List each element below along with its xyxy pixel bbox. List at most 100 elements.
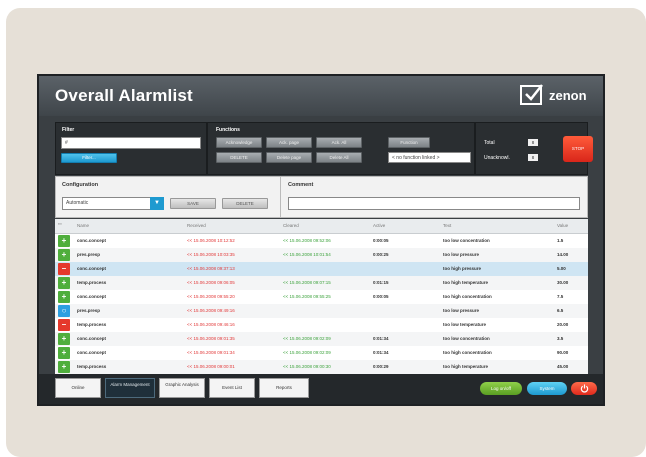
minus-icon: – [58,319,70,331]
col-header-name[interactable]: Name [77,223,89,228]
delete-config-button[interactable]: DELETE [222,198,268,209]
configuration-select[interactable]: Automatic [62,197,158,210]
comment-field[interactable] [288,197,580,210]
ack-page-button[interactable]: Ack. page [266,137,312,148]
col-header-received[interactable]: Received [187,223,206,228]
functions-panel: Functions Acknowledge Ack. page Ack. All… [207,122,475,175]
function-select[interactable]: < no function linked > [388,152,471,163]
cell-name: conc.concept [77,294,107,299]
cell-active: 0:00:05 [373,294,389,299]
filter-input[interactable]: # [61,137,201,149]
title-bar: Overall Alarmlist zenon [39,76,603,116]
filter-button[interactable]: Filter... [61,153,117,163]
cell-value: 6.5 [557,308,564,313]
cell-text: too low temperature [443,322,487,327]
table-row[interactable]: + conc.concept << 15.06.2008 09:01:34 << 15… [55,346,588,361]
col-header-active[interactable]: Active [373,223,385,228]
cell-value: 30.00 [557,280,569,285]
cell-received: << 15.06.2008 09:01:35 [187,336,235,341]
table-row[interactable]: + pres.presp << 15.06.2008 10:03:35 << 15.0… [55,248,588,263]
table-row[interactable]: + conc.concept << 15.06.2008 09:55:20 << 15… [55,290,588,305]
tab-reports[interactable]: Reports [259,378,309,398]
hmi-screen: Overall Alarmlist zenon Filter # Filter.… [37,74,605,406]
cell-text: too low concentration [443,238,490,243]
table-header: ▪▪▪ Name Received Cleared Active Text Va… [55,219,588,234]
circle-icon: ○ [58,305,70,317]
configuration-panel: Configuration Automatic ▼ SAVE DELETE Co… [55,176,588,218]
cell-cleared: << 15.06.2008 09:02:09 [283,350,331,355]
plus-icon: + [58,249,70,261]
ack-all-button[interactable]: Ack. All [316,137,362,148]
plus-icon: + [58,333,70,345]
cell-cleared: << 15.06.2008 10:01:54 [283,252,331,257]
tab-alarm-management[interactable]: Alarm Management [105,378,155,398]
cell-received: << 15.06.2008 09:06:05 [187,280,235,285]
col-header-status: ▪▪▪ [58,222,62,226]
filter-panel: Filter # Filter... [55,122,207,175]
configuration-label: Configuration [62,182,99,188]
cell-active: 0:00:29 [373,364,389,369]
function-button[interactable]: Function [388,137,430,148]
cell-text: too high temperature [443,280,489,285]
cell-text: too high temperature [443,364,489,369]
delete-all-button[interactable]: Delete All [316,152,362,163]
acknowledge-button[interactable]: Acknowledge [216,137,262,148]
cell-cleared: << 15.06.2008 09:52:06 [283,238,331,243]
cell-name: conc.concept [77,266,107,271]
table-row[interactable]: + temp.process << 15.06.2008 09:06:05 << 15… [55,276,588,291]
cell-cleared: << 15.06.2008 09:02:09 [283,336,331,341]
col-header-value[interactable]: Value [557,223,568,228]
plus-icon: + [58,361,70,373]
tab-online[interactable]: Online [55,378,101,398]
cell-cleared: << 15.06.2008 09:07:15 [283,280,331,285]
minus-icon: – [58,263,70,275]
col-header-text[interactable]: Text [443,223,451,228]
functions-label: Functions [216,127,240,133]
tab-graphic-analysis[interactable]: Graphic Analysis [159,378,205,398]
cell-cleared: << 15.06.2008 09:00:30 [283,364,331,369]
log-on-off-button[interactable]: Log on/off [480,382,522,395]
cell-received: << 15.06.2008 09:00:01 [187,364,235,369]
power-button[interactable] [571,382,597,395]
cell-text: too low pressure [443,308,480,313]
plus-icon: + [58,291,70,303]
cell-text: too low pressure [443,252,480,257]
tab-event-list[interactable]: Event List [209,378,255,398]
cell-name: temp.process [77,364,107,369]
system-button[interactable]: System [527,382,567,395]
cell-value: 90.00 [557,350,569,355]
delete-button[interactable]: DELETE [216,152,262,163]
cell-name: conc.concept [77,350,107,355]
cell-received: << 15.06.2008 09:46:16 [187,322,235,327]
cell-name: conc.concept [77,336,107,341]
table-row[interactable]: – temp.process << 15.06.2008 09:46:16 too l… [55,318,588,333]
config-divider [280,177,281,217]
cell-value: 20.00 [557,322,569,327]
cell-text: too high concentration [443,350,492,355]
plus-icon: + [58,277,70,289]
cell-received: << 15.06.2008 09:49:16 [187,308,235,313]
cell-value: 14.00 [557,252,569,257]
stop-button[interactable]: STOP [563,136,593,162]
save-button[interactable]: SAVE [170,198,216,209]
power-icon [580,384,588,393]
col-header-cleared[interactable]: Cleared [283,223,299,228]
cell-active: 0:00:25 [373,252,389,257]
table-row[interactable]: ○ pres.presp << 15.06.2008 09:49:16 too low… [55,304,588,319]
cell-received: << 15.06.2008 10:03:35 [187,252,235,257]
table-row[interactable]: + conc.concept << 15.06.2008 10:12:52 << 15… [55,234,588,249]
cell-name: temp.process [77,280,107,285]
table-row[interactable]: – conc.concept << 15.06.2008 09:37:13 too h… [55,262,588,277]
cell-value: 5.00 [557,266,566,271]
delete-page-button[interactable]: Delete page [266,152,312,163]
alarm-table: ▪▪▪ Name Received Cleared Active Text Va… [55,219,588,374]
table-row[interactable]: + temp.process << 15.06.2008 09:00:01 << 15… [55,360,588,374]
cell-name: pres.presp [77,308,101,313]
cell-received: << 15.06.2008 10:12:52 [187,238,235,243]
chevron-down-icon[interactable]: ▼ [150,197,164,210]
cell-text: too high concentration [443,294,492,299]
bottom-navigation: Online Alarm Management Graphic Analysis… [39,374,603,404]
table-row[interactable]: + conc.concept << 15.06.2008 09:01:35 << 15… [55,332,588,347]
cell-active: 0:01:34 [373,336,389,341]
unacknowledged-count: 8 [528,154,538,161]
